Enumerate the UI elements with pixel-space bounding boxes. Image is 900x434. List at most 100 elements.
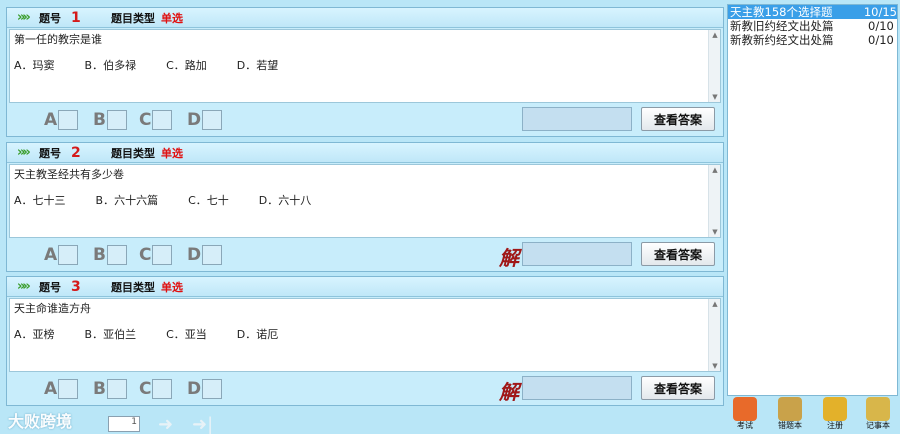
answer-choice-d[interactable]: D	[187, 379, 223, 399]
vertical-scrollbar[interactable]: ▲ ▼	[708, 165, 720, 237]
question-number-label: 题号	[39, 11, 61, 25]
answer-letter: C	[139, 110, 152, 130]
question-text-area[interactable]: 天主教圣经共有多少卷 A．七十三 B．六十六篇 C．七十 D．六十八 ▲ ▼	[9, 164, 721, 238]
answer-choice-c[interactable]: C	[139, 110, 173, 130]
option-text: D．六十八	[258, 194, 312, 207]
toolbar-item-label: 错题本	[778, 421, 802, 430]
answer-letter: C	[139, 379, 152, 399]
option-text: B．六十六篇	[95, 194, 159, 207]
vertical-scrollbar[interactable]: ▲ ▼	[708, 299, 720, 371]
question-number-label: 题号	[39, 146, 61, 160]
answer-checkbox[interactable]	[152, 379, 173, 399]
question-text-area[interactable]: 天主命谁造方舟 A．亚榜 B．亚伯兰 C．亚当 D．诺厄 ▲ ▼	[9, 298, 721, 372]
scroll-down-icon[interactable]: ▼	[709, 92, 721, 102]
answer-choice-c[interactable]: C	[139, 245, 173, 265]
toolbar-item-3[interactable]: 记事本	[858, 396, 898, 434]
question-panel: »» 题号 1 题目类型 单选 第一任的教宗是谁 A．玛窦 B．伯多禄 C．路加 D．若望 ▲ ▼ A B…	[6, 7, 724, 137]
answer-letter: D	[187, 379, 202, 399]
toolbar-item-1[interactable]: 错题本	[770, 396, 810, 434]
question-type-label: 题目类型	[111, 280, 155, 294]
answer-choice-a[interactable]: A	[44, 245, 79, 265]
answer-choice-b[interactable]: B	[93, 245, 127, 265]
answer-checkbox[interactable]	[202, 245, 223, 265]
page-select[interactable]: 1	[108, 416, 140, 432]
view-answer-button[interactable]: 查看答案	[641, 376, 715, 400]
option-text: C．七十	[188, 194, 229, 207]
scroll-up-icon[interactable]: ▲	[709, 30, 721, 40]
question-bank-list[interactable]: 天主教158个选择题 10/15 新教旧约经文出处篇 0/10 新教新约经文出处篇 0/1…	[727, 4, 898, 396]
last-page-icon[interactable]: ➜|	[192, 414, 213, 434]
question-text-area[interactable]: 第一任的教宗是谁 A．玛窦 B．伯多禄 C．路加 D．若望 ▲ ▼	[9, 29, 721, 103]
answer-checkbox[interactable]	[58, 379, 79, 399]
option-text: D．诺厄	[236, 328, 279, 341]
answer-letter: C	[139, 245, 152, 265]
question-header: »» 题号 2 题目类型 单选	[7, 143, 723, 163]
notebook-icon	[778, 397, 802, 421]
answer-display-field	[522, 107, 632, 131]
option-text: A．七十三	[14, 194, 66, 207]
answer-checkbox[interactable]	[152, 245, 173, 265]
question-text: 天主教圣经共有多少卷	[14, 168, 124, 181]
toolbar-item-0[interactable]: 考试	[725, 396, 765, 434]
answer-display-field	[522, 376, 632, 400]
next-arrow-icon[interactable]: ➜	[158, 414, 173, 434]
question-type-label: 题目类型	[111, 146, 155, 160]
answer-choice-b[interactable]: B	[93, 379, 127, 399]
answer-letter: A	[44, 379, 58, 399]
scroll-up-icon[interactable]: ▲	[709, 165, 721, 175]
answer-checkbox[interactable]	[106, 110, 127, 130]
answer-checkbox[interactable]	[202, 110, 223, 130]
option-text: C．亚当	[166, 328, 207, 341]
toolbar-item-label: 记事本	[866, 421, 890, 430]
question-number: 1	[71, 9, 81, 26]
scroll-down-icon[interactable]: ▼	[709, 227, 721, 237]
answer-checkbox[interactable]	[58, 245, 79, 265]
explanation-icon[interactable]: 解	[499, 242, 519, 271]
double-chevron-icon: »»	[17, 279, 31, 294]
answer-letter: D	[187, 245, 202, 265]
toolbar-item-2[interactable]: 注册	[815, 396, 855, 434]
notepad-pencil-icon	[866, 397, 890, 421]
answer-letter: B	[93, 245, 106, 265]
double-chevron-icon: »»	[17, 10, 31, 25]
answer-choice-d[interactable]: D	[187, 245, 223, 265]
answer-checkbox[interactable]	[202, 379, 223, 399]
answer-row: A B C D 查看答案	[7, 102, 723, 136]
bottom-bar: 大败跨境 1 ➜ ➜|	[0, 408, 900, 434]
double-chevron-icon: »»	[17, 145, 31, 160]
answer-choice-d[interactable]: D	[187, 110, 223, 130]
question-header: »» 题号 1 题目类型 单选	[7, 8, 723, 28]
app-window: »» 题号 1 题目类型 单选 第一任的教宗是谁 A．玛窦 B．伯多禄 C．路加 D．若望 ▲ ▼ A B…	[0, 0, 900, 434]
question-number-label: 题号	[39, 280, 61, 294]
option-text: D．若望	[236, 59, 279, 72]
bank-item-name: 新教旧约经文出处篇	[730, 19, 834, 33]
view-answer-button[interactable]: 查看答案	[641, 242, 715, 266]
answer-letter: B	[93, 110, 106, 130]
option-text: B．伯多禄	[84, 59, 137, 72]
answer-choice-a[interactable]: A	[44, 379, 79, 399]
toolbar-item-label: 考试	[737, 421, 753, 430]
answer-choice-b[interactable]: B	[93, 110, 127, 130]
answer-choice-a[interactable]: A	[44, 110, 79, 130]
scroll-up-icon[interactable]: ▲	[709, 299, 721, 309]
answer-checkbox[interactable]	[58, 110, 79, 130]
bank-item-progress: 0/10	[868, 33, 894, 47]
answer-choice-c[interactable]: C	[139, 379, 173, 399]
question-number: 2	[71, 144, 81, 161]
question-bank-item[interactable]: 新教新约经文出处篇 0/10	[728, 33, 897, 47]
answer-checkbox[interactable]	[106, 379, 127, 399]
view-answer-button[interactable]: 查看答案	[641, 107, 715, 131]
vertical-scrollbar[interactable]: ▲ ▼	[708, 30, 720, 102]
answer-checkbox[interactable]	[152, 110, 173, 130]
question-bank-item[interactable]: 天主教158个选择题 10/15	[728, 5, 897, 19]
bank-item-progress: 10/15	[863, 5, 897, 19]
toolbar-item-label: 注册	[827, 421, 843, 430]
lifebuoy-icon	[733, 397, 757, 421]
explanation-icon[interactable]: 解	[499, 376, 519, 405]
question-bank-item[interactable]: 新教旧约经文出处篇 0/10	[728, 19, 897, 33]
answer-letter: D	[187, 110, 202, 130]
answer-display-field	[522, 242, 632, 266]
scroll-down-icon[interactable]: ▼	[709, 361, 721, 371]
answer-checkbox[interactable]	[106, 245, 127, 265]
question-type-value: 单选	[161, 280, 183, 294]
